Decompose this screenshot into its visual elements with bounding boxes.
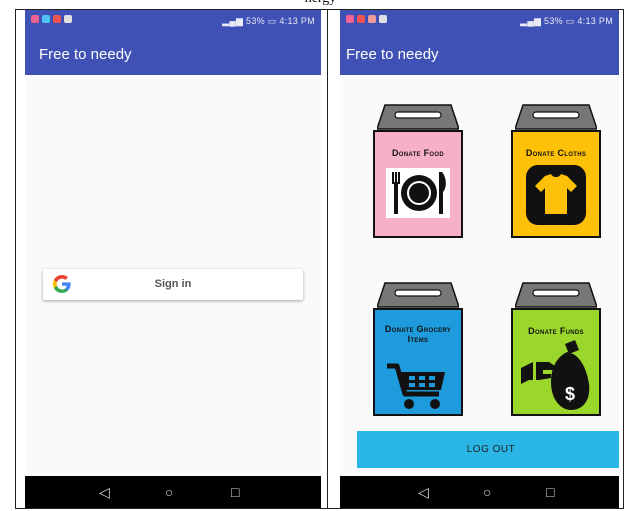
notification-icon [368,15,376,23]
money-bag-hand-icon: $ [521,340,590,410]
tile-body: Donate Grocery Items [373,308,463,416]
box-lid-icon [515,104,597,130]
notification-icons [346,15,387,23]
tshirt-icon [526,165,586,225]
status-right: ▂▄▆ 53% ▭ 4:13 PM [520,16,613,27]
google-sign-in-button[interactable]: Sign in [43,269,303,300]
tile-label: Donate Cloths [525,148,587,158]
battery-icon: ▭ [565,16,575,26]
notification-icons [31,15,72,23]
notification-icon [379,15,387,23]
log-out-label: LOG OUT [466,444,516,455]
box-lid-icon [377,282,459,308]
system-nav-bar: ◁ ○ □ [340,476,619,508]
plate-cutlery-icon [386,168,450,218]
phone-screen-home: ▂▄▆ 53% ▭ 4:13 PM Free to needy Donate F… [340,10,619,508]
battery-level: 53% [544,16,563,26]
phone-screen-login: ▂▄▆ 53% ▭ 4:13 PM Free to needy Sign in … [25,10,321,508]
tile-body: Donate Funds $ [511,308,601,416]
signal-icon: ▂▄▆ [222,16,247,26]
box-lid-icon [515,282,597,308]
home-icon[interactable]: ○ [165,484,173,500]
tile-body: Donate Cloths [511,130,601,238]
donate-funds-tile[interactable]: Donate Funds $ [511,282,601,417]
notification-icon [357,15,365,23]
battery-icon: ▭ [267,16,277,26]
back-icon[interactable]: ◁ [418,484,429,500]
box-lid-icon [377,104,459,130]
tile-label: Donate Funds [528,326,584,336]
log-out-button[interactable]: LOG OUT [357,431,619,468]
figure-caption: nergy [0,0,641,7]
app-bar: Free to needy [25,32,321,75]
recents-icon[interactable]: □ [231,484,239,500]
donate-grocery-tile[interactable]: Donate Grocery Items [373,282,463,417]
donate-cloths-tile[interactable]: Donate Cloths [511,104,601,239]
back-icon[interactable]: ◁ [99,484,110,500]
app-bar: Free to needy [340,32,619,75]
status-time: 4:13 PM [279,16,315,26]
signal-icon: ▂▄▆ [520,16,545,26]
donate-food-tile[interactable]: Donate Food [373,104,463,239]
notification-icon [53,15,61,23]
notification-icon [346,15,354,23]
svg-text:$: $ [565,384,575,404]
sign-in-label: Sign in [154,278,192,290]
app-title: Free to needy [346,46,439,63]
figure-divider [327,9,328,509]
notification-icon [31,15,39,23]
notification-icon [64,15,72,23]
tile-body: Donate Food [373,130,463,238]
notification-icon [42,15,50,23]
tile-label: Donate Food [391,148,445,158]
status-bar: ▂▄▆ 53% ▭ 4:13 PM [25,10,321,32]
app-title: Free to needy [39,46,132,63]
status-right: ▂▄▆ 53% ▭ 4:13 PM [222,16,315,27]
tile-label: Donate Grocery Items [384,324,452,344]
shopping-cart-icon [387,363,445,409]
home-icon[interactable]: ○ [483,484,491,500]
system-nav-bar: ◁ ○ □ [25,476,321,508]
status-bar: ▂▄▆ 53% ▭ 4:13 PM [340,10,619,32]
status-time: 4:13 PM [577,16,613,26]
battery-level: 53% [246,16,265,26]
recents-icon[interactable]: □ [546,484,554,500]
